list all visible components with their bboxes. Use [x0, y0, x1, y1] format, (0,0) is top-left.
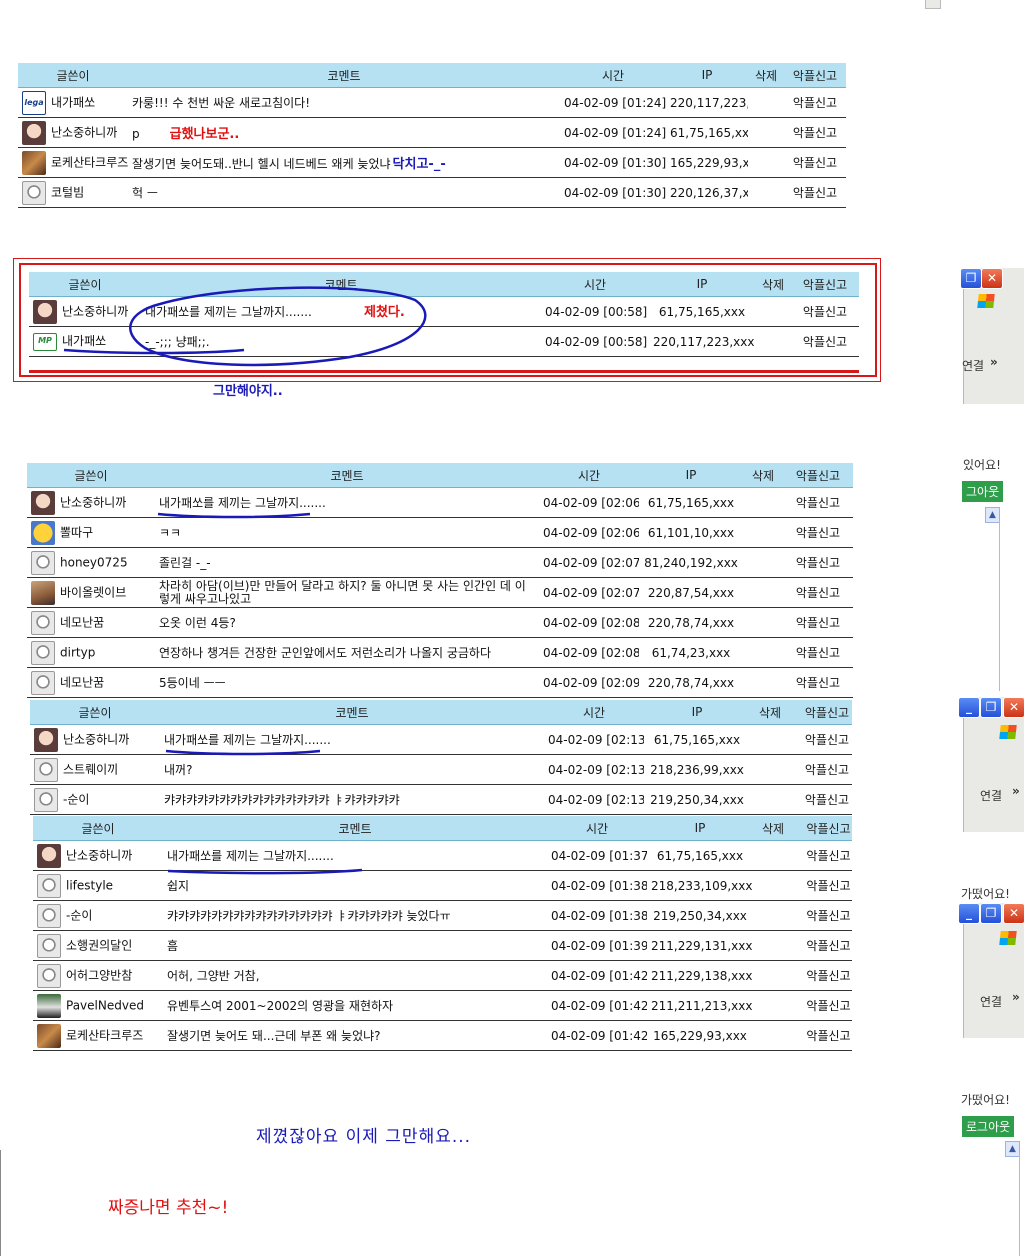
logout-button-2[interactable]: 로그아웃: [962, 1116, 1015, 1137]
window-fragment-2: _ ❐ ✕ 연결 »: [958, 697, 1024, 832]
scroll-track-2[interactable]: [1019, 1155, 1020, 1256]
restore-icon[interactable]: ❐: [980, 903, 1002, 924]
scroll-up-icon[interactable]: ▲: [1005, 1141, 1020, 1157]
underline-marks: [63, 348, 363, 875]
connect-label[interactable]: 연결: [980, 787, 1002, 804]
left-edge-line: [0, 1150, 1, 1256]
windows-logo-icon: [999, 725, 1017, 739]
scroll-track[interactable]: [999, 521, 1000, 691]
restore-icon[interactable]: ❐: [980, 697, 1002, 718]
close-icon[interactable]: ✕: [981, 268, 1003, 289]
scroll-up-icon[interactable]: ▲: [985, 507, 1000, 523]
top-scroll-tab: [925, 0, 941, 9]
logged-in-text-3: 가떴어요!: [961, 1093, 1010, 1107]
close-icon[interactable]: ✕: [1003, 903, 1024, 924]
logged-in-text-2: 가떴어요!: [961, 887, 1010, 901]
minimize-icon[interactable]: _: [958, 697, 980, 718]
minimize-icon[interactable]: _: [958, 903, 980, 924]
close-icon[interactable]: ✕: [1003, 697, 1024, 718]
windows-logo-icon: [999, 931, 1017, 945]
logout-button[interactable]: 그아웃: [962, 481, 1004, 502]
connect-label[interactable]: 연결: [980, 993, 1002, 1010]
logged-in-text: 있어요!: [963, 458, 1001, 472]
window-fragment-3: _ ❐ ✕ 연결 »: [958, 903, 1024, 1038]
chevron-icon[interactable]: »: [1012, 990, 1020, 1004]
footer-recommend: 짜증나면 추천~!: [108, 1198, 229, 1218]
window-fragment-1: ❐ ✕ 연결 »: [960, 268, 1024, 404]
connect-label[interactable]: 연결: [962, 357, 984, 374]
chevron-icon[interactable]: »: [1012, 784, 1020, 798]
chevron-icon[interactable]: »: [990, 355, 998, 369]
restore-icon[interactable]: ❐: [960, 268, 982, 289]
windows-logo-icon: [977, 294, 995, 308]
footer-message: 제꼈잖아요 이제 그만해요...: [256, 1127, 472, 1147]
